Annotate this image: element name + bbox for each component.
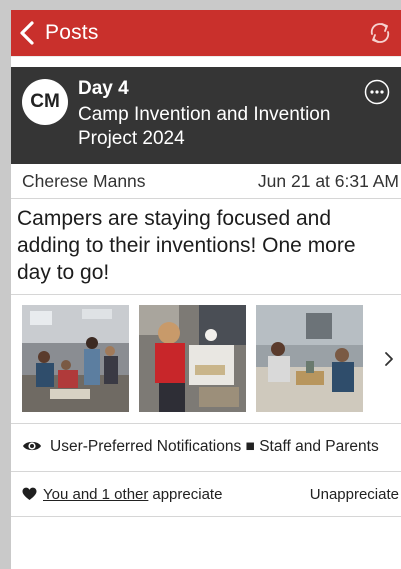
ellipsis-circle-icon bbox=[364, 79, 390, 109]
photo-students-table bbox=[256, 305, 363, 412]
back-button[interactable]: Posts bbox=[11, 10, 99, 56]
audience-text: User-Preferred Notifications ■ Staff and… bbox=[50, 438, 379, 455]
app-screen: Posts CM Day 4 Camp Invention and Invent… bbox=[11, 10, 401, 569]
audience-info: User-Preferred Notifications ■ Staff and… bbox=[11, 424, 401, 472]
appreciators-link[interactable]: You and 1 other bbox=[43, 486, 148, 503]
post-group-name[interactable]: Camp Invention and Invention Project 202… bbox=[78, 103, 358, 151]
refresh-icon bbox=[367, 23, 393, 50]
page-title: Posts bbox=[45, 21, 99, 44]
photo-thumbnail[interactable] bbox=[139, 305, 246, 412]
post-date: Jun 21 at 6:31 AM bbox=[257, 170, 399, 191]
photo-thumbnail[interactable] bbox=[256, 305, 363, 412]
photo-strip bbox=[11, 295, 401, 424]
spacer bbox=[11, 56, 401, 67]
author-name: Cherese Manns bbox=[22, 170, 146, 191]
post-meta: Cherese Manns Jun 21 at 6:31 AM bbox=[11, 164, 401, 199]
photo-classroom-students bbox=[22, 305, 129, 412]
more-options-button[interactable] bbox=[364, 79, 390, 105]
post-body: Campers are staying focused and adding t… bbox=[11, 199, 401, 295]
post-header: CM Day 4 Camp Invention and Invention Pr… bbox=[11, 67, 401, 164]
avatar[interactable]: CM bbox=[22, 79, 68, 125]
nav-bar: Posts bbox=[11, 10, 401, 56]
refresh-button[interactable] bbox=[367, 20, 393, 46]
photo-thumbnail[interactable] bbox=[22, 305, 129, 412]
appreciation-row: You and 1 other appreciate Unappreciate bbox=[11, 472, 401, 517]
appreciate-suffix: appreciate bbox=[152, 485, 223, 503]
post-day-label: Day 4 bbox=[78, 78, 129, 99]
photo-girl-crafting bbox=[139, 305, 246, 412]
heart-icon bbox=[22, 487, 43, 501]
unappreciate-button[interactable]: Unappreciate bbox=[310, 486, 399, 503]
chevron-left-icon bbox=[19, 20, 35, 46]
next-photos-button[interactable] bbox=[383, 350, 395, 368]
eye-icon bbox=[22, 438, 42, 459]
chevron-right-icon bbox=[383, 352, 395, 372]
